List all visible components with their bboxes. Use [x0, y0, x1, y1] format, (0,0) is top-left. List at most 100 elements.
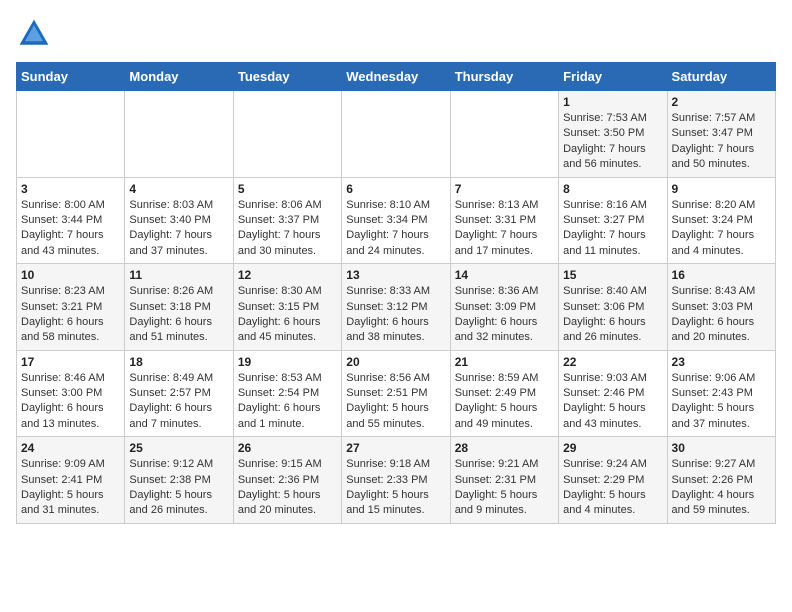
weekday-header-friday: Friday — [559, 63, 667, 91]
day-number: 19 — [238, 355, 337, 369]
day-number: 17 — [21, 355, 120, 369]
day-number: 18 — [129, 355, 228, 369]
day-number: 6 — [346, 182, 445, 196]
day-number: 7 — [455, 182, 554, 196]
day-number: 23 — [672, 355, 771, 369]
calendar-cell-w0d0 — [17, 91, 125, 178]
calendar-cell-w1d6: 9 Sunrise: 8:20 AM Sunset: 3:24 PM Daylig… — [667, 177, 775, 264]
day-info: Sunrise: 8:20 AM Sunset: 3:24 PM Dayligh… — [672, 198, 771, 260]
day-number: 28 — [455, 441, 554, 455]
calendar-cell-w3d0: 17 Sunrise: 8:46 AM Sunset: 3:00 PM Dayli… — [17, 350, 125, 437]
calendar-cell-w1d3: 6 Sunrise: 8:10 AM Sunset: 3:34 PM Daylig… — [342, 177, 450, 264]
calendar-cell-w4d1: 25 Sunrise: 9:12 AM Sunset: 2:38 PM Dayli… — [125, 437, 233, 524]
day-number: 8 — [563, 182, 662, 196]
day-number: 14 — [455, 268, 554, 282]
calendar-cell-w2d0: 10 Sunrise: 8:23 AM Sunset: 3:21 PM Dayli… — [17, 264, 125, 351]
day-number: 27 — [346, 441, 445, 455]
day-info: Sunrise: 8:13 AM Sunset: 3:31 PM Dayligh… — [455, 198, 554, 260]
calendar-cell-w1d0: 3 Sunrise: 8:00 AM Sunset: 3:44 PM Daylig… — [17, 177, 125, 264]
day-number: 9 — [672, 182, 771, 196]
day-info: Sunrise: 8:10 AM Sunset: 3:34 PM Dayligh… — [346, 198, 445, 260]
weekday-header-monday: Monday — [125, 63, 233, 91]
calendar-cell-w2d4: 14 Sunrise: 8:36 AM Sunset: 3:09 PM Dayli… — [450, 264, 558, 351]
calendar-cell-w1d1: 4Sunrise: 8:03 AM Sunset: 3:40 PM Daylig… — [125, 177, 233, 264]
day-info: Sunrise: 8:53 AM Sunset: 2:54 PM Dayligh… — [238, 371, 337, 433]
day-number: 25 — [129, 441, 228, 455]
day-number: 21 — [455, 355, 554, 369]
day-info: Sunrise: 8:23 AM Sunset: 3:21 PM Dayligh… — [21, 284, 120, 346]
day-number: 16 — [672, 268, 771, 282]
day-number: 30 — [672, 441, 771, 455]
day-info: Sunrise: 9:24 AM Sunset: 2:29 PM Dayligh… — [563, 457, 662, 519]
day-info: Sunrise: 8:40 AM Sunset: 3:06 PM Dayligh… — [563, 284, 662, 346]
calendar-cell-w1d4: 7 Sunrise: 8:13 AM Sunset: 3:31 PM Daylig… — [450, 177, 558, 264]
day-info: Sunrise: 8:59 AM Sunset: 2:49 PM Dayligh… — [455, 371, 554, 433]
day-info: Sunrise: 8:56 AM Sunset: 2:51 PM Dayligh… — [346, 371, 445, 433]
day-info: Sunrise: 8:43 AM Sunset: 3:03 PM Dayligh… — [672, 284, 771, 346]
calendar-cell-w3d3: 20 Sunrise: 8:56 AM Sunset: 2:51 PM Dayli… — [342, 350, 450, 437]
calendar-cell-w4d6: 30 Sunrise: 9:27 AM Sunset: 2:26 PM Dayli… — [667, 437, 775, 524]
header — [16, 16, 776, 52]
calendar-cell-w4d4: 28 Sunrise: 9:21 AM Sunset: 2:31 PM Dayli… — [450, 437, 558, 524]
day-number: 22 — [563, 355, 662, 369]
weekday-header-saturday: Saturday — [667, 63, 775, 91]
calendar-table: SundayMondayTuesdayWednesdayThursdayFrid… — [16, 62, 776, 524]
day-number: 11 — [129, 268, 228, 282]
weekday-header-wednesday: Wednesday — [342, 63, 450, 91]
calendar-cell-w3d6: 23 Sunrise: 9:06 AM Sunset: 2:43 PM Dayli… — [667, 350, 775, 437]
calendar-cell-w3d1: 18 Sunrise: 8:49 AM Sunset: 2:57 PM Dayli… — [125, 350, 233, 437]
day-info: Sunrise: 8:03 AM Sunset: 3:40 PM Dayligh… — [129, 198, 228, 260]
day-info: Sunrise: 8:33 AM Sunset: 3:12 PM Dayligh… — [346, 284, 445, 346]
day-number: 26 — [238, 441, 337, 455]
weekday-header-sunday: Sunday — [17, 63, 125, 91]
day-number: 24 — [21, 441, 120, 455]
calendar-cell-w0d1 — [125, 91, 233, 178]
day-info: Sunrise: 8:00 AM Sunset: 3:44 PM Dayligh… — [21, 198, 120, 260]
calendar-cell-w2d1: 11 Sunrise: 8:26 AM Sunset: 3:18 PM Dayli… — [125, 264, 233, 351]
day-number: 10 — [21, 268, 120, 282]
day-info: Sunrise: 9:06 AM Sunset: 2:43 PM Dayligh… — [672, 371, 771, 433]
day-number: 29 — [563, 441, 662, 455]
calendar-cell-w0d3 — [342, 91, 450, 178]
calendar-cell-w0d4 — [450, 91, 558, 178]
calendar-cell-w3d5: 22 Sunrise: 9:03 AM Sunset: 2:46 PM Dayli… — [559, 350, 667, 437]
day-number: 2 — [672, 95, 771, 109]
calendar-cell-w4d2: 26 Sunrise: 9:15 AM Sunset: 2:36 PM Dayli… — [233, 437, 341, 524]
day-info: Sunrise: 8:16 AM Sunset: 3:27 PM Dayligh… — [563, 198, 662, 260]
logo — [16, 16, 56, 52]
logo-icon — [16, 16, 52, 52]
day-number: 20 — [346, 355, 445, 369]
day-info: Sunrise: 9:09 AM Sunset: 2:41 PM Dayligh… — [21, 457, 120, 519]
calendar-cell-w0d6: 2 Sunrise: 7:57 AM Sunset: 3:47 PM Daylig… — [667, 91, 775, 178]
day-number: 5 — [238, 182, 337, 196]
weekday-header-thursday: Thursday — [450, 63, 558, 91]
calendar-cell-w3d2: 19 Sunrise: 8:53 AM Sunset: 2:54 PM Dayli… — [233, 350, 341, 437]
calendar-cell-w0d5: 1 Sunrise: 7:53 AM Sunset: 3:50 PM Daylig… — [559, 91, 667, 178]
day-info: Sunrise: 7:53 AM Sunset: 3:50 PM Dayligh… — [563, 111, 662, 173]
calendar-cell-w2d3: 13Sunrise: 8:33 AM Sunset: 3:12 PM Dayli… — [342, 264, 450, 351]
calendar-cell-w1d5: 8 Sunrise: 8:16 AM Sunset: 3:27 PM Daylig… — [559, 177, 667, 264]
day-info: Sunrise: 9:03 AM Sunset: 2:46 PM Dayligh… — [563, 371, 662, 433]
day-info: Sunrise: 8:36 AM Sunset: 3:09 PM Dayligh… — [455, 284, 554, 346]
day-info: Sunrise: 8:49 AM Sunset: 2:57 PM Dayligh… — [129, 371, 228, 433]
calendar-cell-w2d6: 16 Sunrise: 8:43 AM Sunset: 3:03 PM Dayli… — [667, 264, 775, 351]
calendar-cell-w2d2: 12 Sunrise: 8:30 AM Sunset: 3:15 PM Dayli… — [233, 264, 341, 351]
day-info: Sunrise: 9:12 AM Sunset: 2:38 PM Dayligh… — [129, 457, 228, 519]
day-info: Sunrise: 9:21 AM Sunset: 2:31 PM Dayligh… — [455, 457, 554, 519]
calendar-cell-w4d0: 24 Sunrise: 9:09 AM Sunset: 2:41 PM Dayli… — [17, 437, 125, 524]
calendar-cell-w3d4: 21 Sunrise: 8:59 AM Sunset: 2:49 PM Dayli… — [450, 350, 558, 437]
day-info: Sunrise: 9:18 AM Sunset: 2:33 PM Dayligh… — [346, 457, 445, 519]
day-info: Sunrise: 7:57 AM Sunset: 3:47 PM Dayligh… — [672, 111, 771, 173]
day-info: Sunrise: 9:27 AM Sunset: 2:26 PM Dayligh… — [672, 457, 771, 519]
calendar-cell-w1d2: 5 Sunrise: 8:06 AM Sunset: 3:37 PM Daylig… — [233, 177, 341, 264]
weekday-header-tuesday: Tuesday — [233, 63, 341, 91]
day-info: Sunrise: 8:06 AM Sunset: 3:37 PM Dayligh… — [238, 198, 337, 260]
day-number: 3 — [21, 182, 120, 196]
day-number: 12 — [238, 268, 337, 282]
day-info: Sunrise: 9:15 AM Sunset: 2:36 PM Dayligh… — [238, 457, 337, 519]
calendar-cell-w2d5: 15Sunrise: 8:40 AM Sunset: 3:06 PM Dayli… — [559, 264, 667, 351]
day-info: Sunrise: 8:30 AM Sunset: 3:15 PM Dayligh… — [238, 284, 337, 346]
day-info: Sunrise: 8:46 AM Sunset: 3:00 PM Dayligh… — [21, 371, 120, 433]
day-info: Sunrise: 8:26 AM Sunset: 3:18 PM Dayligh… — [129, 284, 228, 346]
day-number: 1 — [563, 95, 662, 109]
